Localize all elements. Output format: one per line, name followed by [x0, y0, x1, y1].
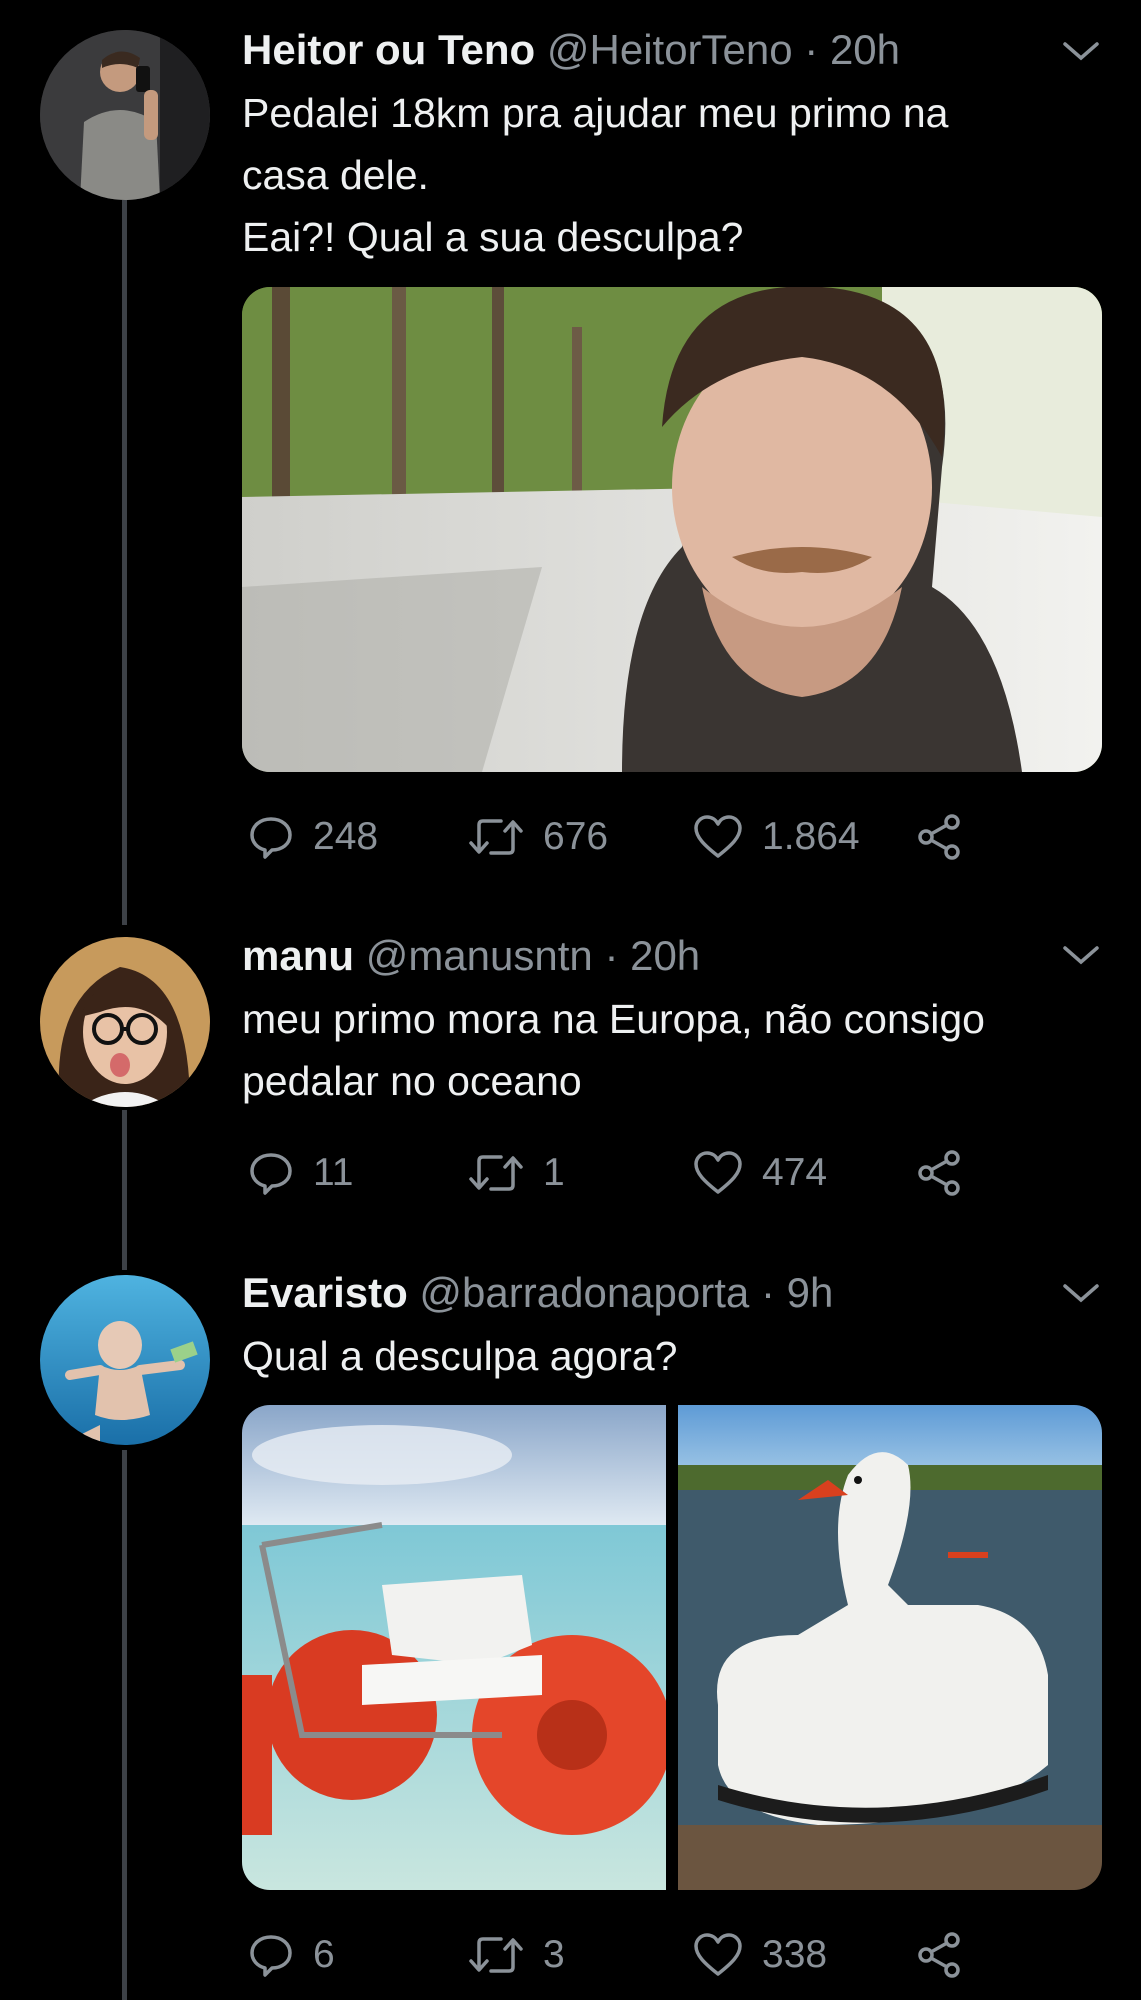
heart-icon — [694, 1933, 742, 1976]
chevron-down-icon[interactable] — [1061, 36, 1101, 66]
tweet-text: meu primo mora na Europa, não consigo pe… — [242, 988, 1101, 1112]
tweet-header: manu @manusntn · 20h — [242, 930, 1101, 982]
tweet-actions: 248 676 1.864 — [242, 807, 1002, 867]
like-count: 474 — [762, 1151, 828, 1194]
reply-icon — [250, 1153, 292, 1195]
reply-button[interactable]: 248 — [247, 807, 378, 867]
retweet-button[interactable]: 1 — [467, 1143, 565, 1203]
avatar[interactable] — [40, 1275, 210, 1445]
share-icon — [918, 1150, 960, 1196]
share-button[interactable] — [914, 807, 964, 867]
like-button[interactable]: 338 — [692, 1925, 827, 1985]
author-name[interactable]: Heitor ou Teno — [242, 26, 535, 73]
tweet-photo-swan-boat[interactable] — [678, 1405, 1102, 1890]
like-button[interactable]: 1.864 — [692, 807, 860, 867]
author-name[interactable]: manu — [242, 932, 354, 979]
reply-count: 6 — [313, 1933, 335, 1976]
tweet-text-line: Eai?! Qual a sua desculpa? — [242, 214, 744, 260]
share-icon — [918, 1932, 960, 1978]
reply-icon — [250, 1935, 292, 1977]
reply-count: 248 — [313, 815, 379, 858]
tweet-actions: 11 1 474 — [242, 1143, 1002, 1203]
like-count: 1.864 — [762, 815, 860, 858]
author-name[interactable]: Evaristo — [242, 1269, 408, 1316]
retweet-count: 3 — [543, 1933, 565, 1976]
tweet-header: Evaristo @barradonaporta · 9h — [242, 1267, 1101, 1319]
heart-icon — [694, 815, 742, 858]
tweet-photo-selfie[interactable] — [242, 287, 1102, 772]
retweet-icon — [469, 819, 523, 855]
avatar[interactable] — [40, 30, 210, 200]
retweet-icon — [469, 1155, 523, 1191]
tweet-text-line: Pedalei 18km pra ajudar meu primo na — [242, 90, 949, 136]
tweet-text-line: Qual a desculpa agora? — [242, 1333, 678, 1379]
reply-icon — [250, 817, 292, 859]
retweet-button[interactable]: 676 — [467, 807, 608, 867]
tweet-header: Heitor ou Teno @HeitorTeno · 20h — [242, 24, 1101, 76]
retweet-button[interactable]: 3 — [467, 1925, 565, 1985]
like-count: 338 — [762, 1933, 828, 1976]
tweet-photo-pedal-boat[interactable] — [242, 1405, 666, 1890]
author-handle-time[interactable]: @barradonaporta · 9h — [419, 1269, 833, 1316]
avatar[interactable] — [40, 937, 210, 1107]
tweet-text-line: casa dele. — [242, 152, 429, 198]
like-button[interactable]: 474 — [692, 1143, 827, 1203]
author-handle-time[interactable]: @manusntn · 20h — [366, 932, 700, 979]
heart-icon — [694, 1151, 742, 1194]
thread-line — [122, 1110, 127, 1270]
thread-line — [122, 1450, 127, 2000]
author-handle-time[interactable]: @HeitorTeno · 20h — [547, 26, 900, 73]
retweet-count: 1 — [543, 1151, 565, 1194]
tweet-text: Pedalei 18km pra ajudar meu primo na cas… — [242, 82, 1101, 268]
tweet-actions: 6 3 338 — [242, 1925, 1002, 1985]
retweet-icon — [469, 1937, 523, 1973]
reply-count: 11 — [313, 1151, 354, 1194]
chevron-down-icon[interactable] — [1061, 1278, 1101, 1308]
share-icon — [918, 814, 960, 860]
tweet-text-line: meu primo mora na Europa, não consigo — [242, 996, 985, 1042]
thread-line — [122, 200, 127, 925]
retweet-count: 676 — [543, 815, 609, 858]
tweet-text: Qual a desculpa agora? — [242, 1325, 1101, 1387]
chevron-down-icon[interactable] — [1061, 940, 1101, 970]
reply-button[interactable]: 6 — [247, 1925, 335, 1985]
share-button[interactable] — [914, 1925, 964, 1985]
share-button[interactable] — [914, 1143, 964, 1203]
reply-button[interactable]: 11 — [247, 1143, 354, 1203]
tweet-text-line: pedalar no oceano — [242, 1058, 582, 1104]
